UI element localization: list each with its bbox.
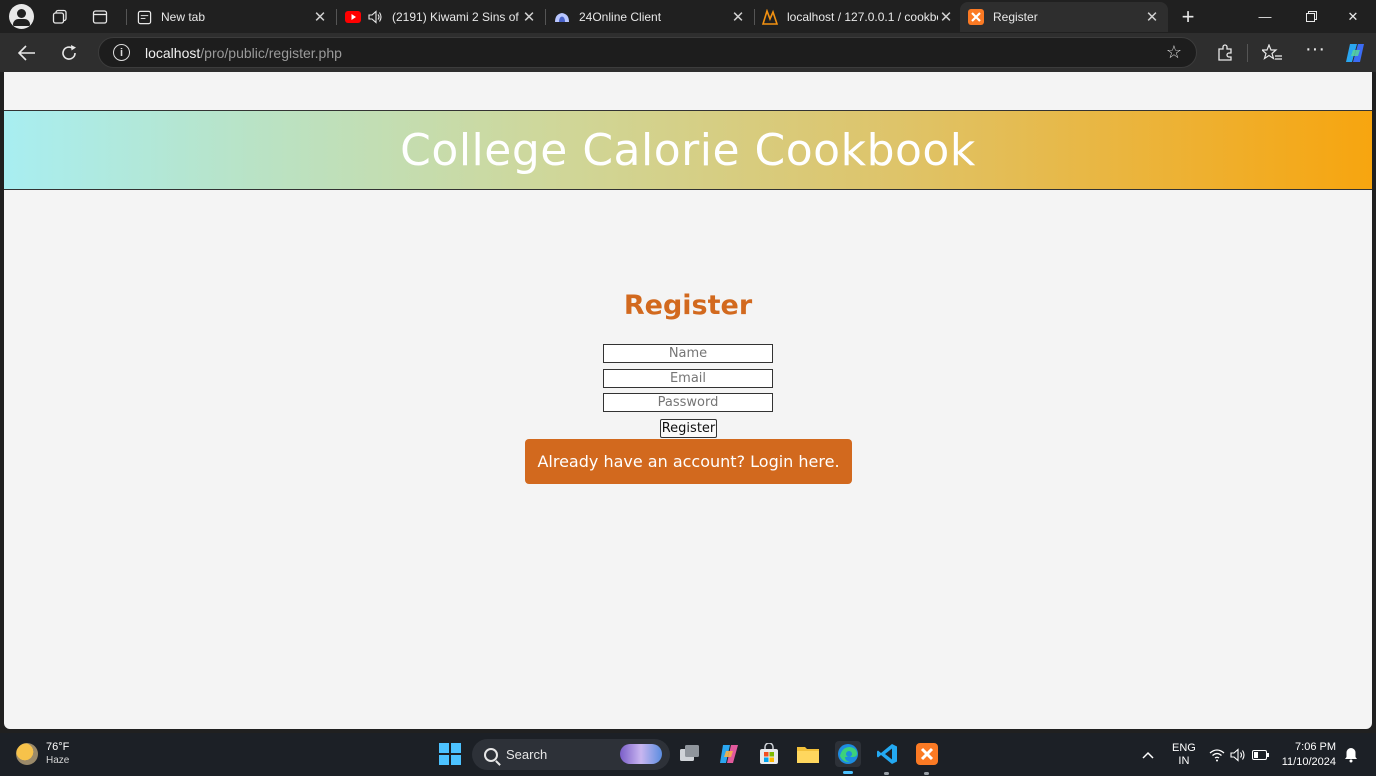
site-title: College Calorie Cookbook — [400, 124, 976, 176]
weather-temp: 76°F — [46, 741, 70, 753]
password-input[interactable] — [603, 393, 773, 412]
tab-title: (2191) Kiwami 2 Sins of — [392, 10, 519, 24]
vscode-icon[interactable] — [874, 741, 900, 767]
file-explorer-icon[interactable] — [795, 741, 821, 767]
tab-title: Register — [993, 10, 1038, 24]
volume-icon[interactable] — [1230, 733, 1247, 776]
email-input[interactable] — [603, 369, 773, 388]
site-header-banner: College Calorie Cookbook — [4, 110, 1372, 190]
login-link-button[interactable]: Already have an account? Login here. — [525, 439, 852, 484]
register-submit-button[interactable]: Register — [660, 419, 717, 438]
favorite-star-icon[interactable]: ☆ — [1166, 42, 1182, 63]
back-arrow-icon[interactable] — [13, 39, 41, 67]
battery-icon[interactable] — [1252, 733, 1270, 776]
windows-taskbar: 76°F Haze Search ENG IN 7:06 PM 11/10/20… — [0, 733, 1376, 776]
microsoft-store-icon[interactable] — [756, 741, 782, 767]
language-indicator[interactable]: ENG IN — [1172, 733, 1196, 776]
wifi-icon[interactable] — [1209, 733, 1225, 776]
copilot-icon[interactable] — [1341, 39, 1369, 67]
site-info-icon[interactable]: i — [113, 44, 130, 61]
edge-browser-icon[interactable] — [835, 741, 861, 767]
notification-bell-icon[interactable] — [1344, 733, 1358, 776]
start-icon[interactable] — [437, 741, 463, 767]
page-viewport: College Calorie Cookbook Register Regist… — [4, 72, 1372, 729]
new-tab-icon — [136, 9, 152, 25]
close-tab-icon[interactable]: ✕ — [312, 8, 328, 26]
task-view-icon[interactable] — [677, 741, 703, 767]
region-code: IN — [1178, 754, 1190, 767]
tab-phpmyadmin[interactable]: localhost / 127.0.0.1 / cookbo ✕ — [754, 2, 962, 32]
restore-icon[interactable] — [1288, 0, 1334, 33]
tab-24online[interactable]: 24Online Client ✕ — [546, 2, 754, 32]
register-heading: Register — [623, 290, 753, 321]
speaker-icon[interactable] — [367, 9, 383, 25]
tab-title: localhost / 127.0.0.1 / cookbo — [787, 10, 938, 24]
extensions-icon[interactable] — [1211, 39, 1239, 67]
weather-condition: Haze — [46, 755, 70, 766]
search-highlight-icon — [620, 744, 662, 764]
taskbar-search[interactable]: Search — [472, 739, 670, 770]
favorites-icon[interactable] — [1258, 39, 1286, 67]
xampp-app-icon[interactable] — [914, 741, 940, 767]
tab-register[interactable]: Register ✕ — [960, 2, 1168, 32]
tab-new-tab[interactable]: New tab ✕ — [128, 2, 336, 32]
system-clock[interactable]: 7:06 PM 11/10/2024 — [1282, 740, 1336, 770]
name-input[interactable] — [603, 344, 773, 363]
close-window-icon[interactable]: ✕ — [1330, 0, 1376, 33]
close-tab-icon[interactable]: ✕ — [730, 8, 746, 26]
tab-title: 24Online Client — [579, 10, 662, 24]
phpmyadmin-icon — [762, 9, 778, 25]
cloud-icon — [554, 9, 570, 25]
address-bar[interactable]: i localhost/pro/public/register.php ☆ — [98, 37, 1197, 68]
close-tab-icon[interactable]: ✕ — [521, 8, 537, 26]
tab-youtube[interactable]: (2191) Kiwami 2 Sins of ✕ — [337, 2, 545, 32]
xampp-icon — [968, 9, 984, 25]
minimize-icon[interactable]: — — [1242, 0, 1288, 33]
search-label: Search — [506, 747, 548, 762]
more-options-icon[interactable]: ··· — [1301, 35, 1329, 63]
profile-avatar-icon[interactable] — [9, 4, 34, 29]
browser-toolbar: i localhost/pro/public/register.php ☆ ··… — [0, 33, 1376, 72]
copilot-app-icon[interactable] — [716, 741, 742, 767]
refresh-icon[interactable] — [55, 39, 83, 67]
weather-haze-icon — [16, 743, 38, 765]
tab-title: New tab — [161, 10, 206, 24]
youtube-icon — [345, 9, 361, 25]
weather-widget[interactable]: 76°F Haze — [16, 741, 69, 767]
new-tab-button[interactable]: + — [1174, 4, 1202, 30]
close-tab-icon[interactable]: ✕ — [938, 8, 954, 26]
workspaces-icon[interactable] — [46, 4, 74, 30]
tab-actions-icon[interactable] — [86, 4, 114, 30]
tab-strip: New tab ✕ (2191) Kiwami 2 Sins of ✕ 24On… — [0, 0, 1376, 33]
url-text: localhost/pro/public/register.php — [145, 45, 342, 61]
language-code: ENG — [1172, 741, 1196, 754]
search-icon — [484, 747, 498, 762]
clock-time: 7:06 PM — [1295, 741, 1336, 753]
close-tab-icon[interactable]: ✕ — [1144, 8, 1160, 26]
show-hidden-icons[interactable] — [1141, 733, 1155, 776]
clock-date: 11/10/2024 — [1281, 756, 1336, 768]
